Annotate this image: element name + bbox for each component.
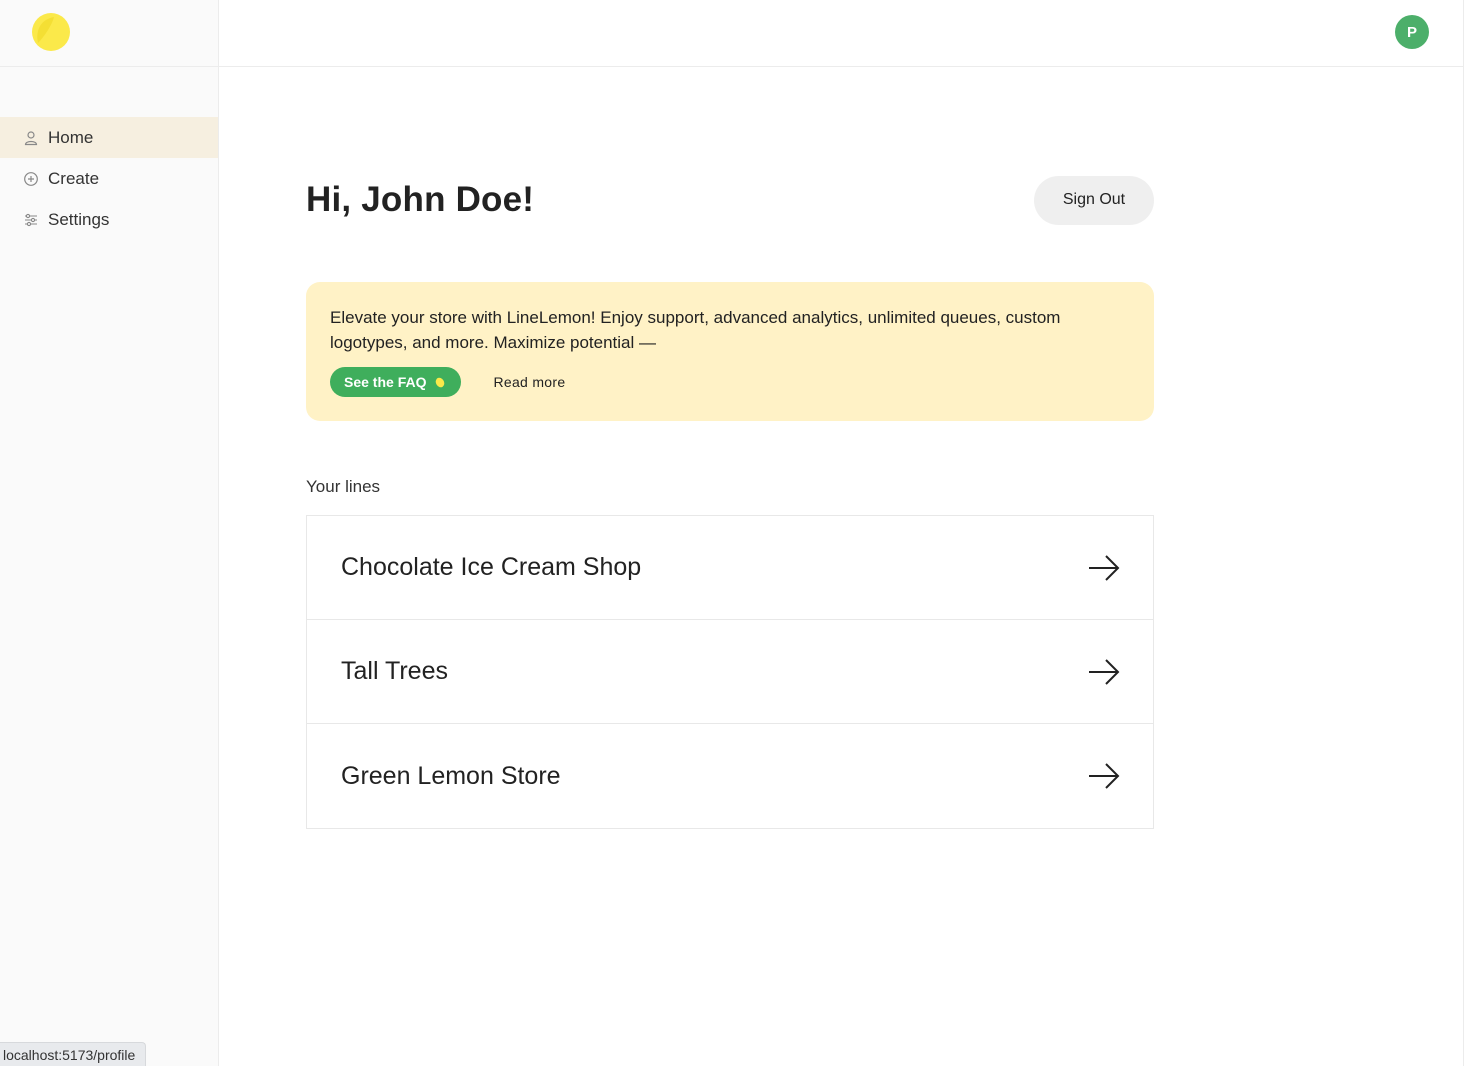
lines-section-title: Your lines xyxy=(306,477,381,496)
sidebar: Home Create Settings xyxy=(0,0,219,1066)
avatar[interactable]: P xyxy=(1395,15,1429,49)
page-title: Hi, John Doe! xyxy=(306,180,535,219)
greeting-row: Hi, John Doe! Sign Out xyxy=(306,170,1154,230)
lemon-icon xyxy=(433,375,447,389)
line-name: Chocolate Ice Cream Shop xyxy=(341,553,642,581)
sidebar-nav: Home Create Settings xyxy=(0,117,218,240)
arrow-right-icon[interactable] xyxy=(1087,658,1121,686)
main-content: Hi, John Doe! Sign Out Elevate your stor… xyxy=(306,170,1154,829)
user-icon xyxy=(23,130,39,146)
sidebar-item-label: Settings xyxy=(48,209,110,229)
list-item[interactable]: Green Lemon Store xyxy=(307,724,1153,828)
lemon-logo-icon[interactable] xyxy=(32,13,70,51)
arrow-right-icon[interactable] xyxy=(1087,554,1121,582)
sliders-icon xyxy=(23,212,39,228)
line-name: Tall Trees xyxy=(341,657,448,685)
sidebar-item-home[interactable]: Home xyxy=(0,117,218,158)
sidebar-item-create[interactable]: Create xyxy=(0,158,218,199)
arrow-right-icon[interactable] xyxy=(1087,762,1121,790)
sidebar-item-settings[interactable]: Settings xyxy=(0,199,218,240)
read-more-link[interactable]: Read more xyxy=(493,374,565,390)
plus-circle-icon xyxy=(23,171,39,187)
see-faq-label: See the FAQ xyxy=(344,374,427,390)
promo-actions: See the FAQ Read more xyxy=(330,367,1130,397)
top-bar: P xyxy=(219,0,1464,67)
promo-text: Elevate your store with LineLemon! Enjoy… xyxy=(330,308,1061,352)
list-item[interactable]: Tall Trees xyxy=(307,620,1153,724)
promo-banner: Elevate your store with LineLemon! Enjoy… xyxy=(306,282,1154,421)
lines-list: Chocolate Ice Cream Shop Tall Trees Gree… xyxy=(306,515,1154,829)
see-faq-button[interactable]: See the FAQ xyxy=(330,367,462,397)
browser-status-bar: localhost:5173/profile xyxy=(0,1042,147,1066)
list-item[interactable]: Chocolate Ice Cream Shop xyxy=(307,516,1153,620)
sidebar-header xyxy=(0,0,218,67)
sidebar-item-label: Home xyxy=(48,127,94,147)
line-name: Green Lemon Store xyxy=(341,761,561,790)
sidebar-item-label: Create xyxy=(48,168,100,188)
sign-out-button[interactable]: Sign Out xyxy=(1034,175,1154,225)
